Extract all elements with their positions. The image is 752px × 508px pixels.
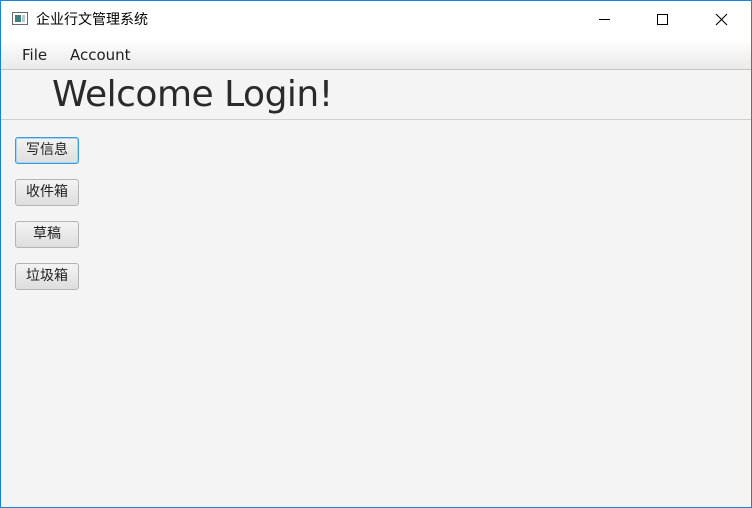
maximize-button[interactable] [633,1,691,39]
maximize-icon [657,14,668,25]
menu-file[interactable]: File [22,46,47,64]
close-icon [715,13,728,26]
header-divider [1,119,751,120]
app-icon [12,12,28,25]
menu-account[interactable]: Account [70,46,131,64]
trash-button[interactable]: 垃圾箱 [15,263,79,290]
window-title: 企业行文管理系统 [36,12,148,28]
title-bar[interactable]: 企业行文管理系统 [1,1,751,39]
app-window: 企业行文管理系统 File Account Welcome Login! 写信息… [0,0,752,508]
minimize-button[interactable] [575,1,633,39]
drafts-button[interactable]: 草稿 [15,221,79,248]
close-button[interactable] [692,1,750,39]
minimize-icon [599,19,610,20]
inbox-button[interactable]: 收件箱 [15,179,79,206]
write-message-button[interactable]: 写信息 [15,137,79,164]
page-title: Welcome Login! [52,74,333,115]
menu-bar: File Account [1,39,751,70]
